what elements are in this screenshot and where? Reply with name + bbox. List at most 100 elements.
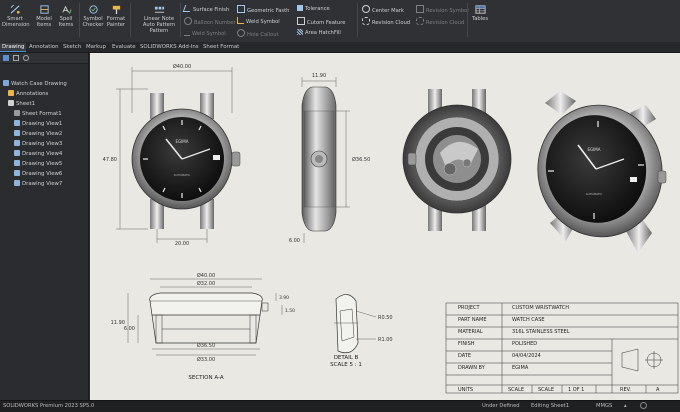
tree-item-drawing-view2[interactable]: Drawing View2 (14, 130, 62, 137)
tree-item-drawing-view5[interactable]: Drawing View5 (14, 160, 62, 167)
tb-rev-value: A (656, 387, 660, 393)
dim-section-step: 1.50 (285, 308, 295, 314)
dim-section-width: Ø40.00 (197, 272, 215, 279)
geometric-tolerance-button[interactable]: Geometric Fasth (237, 5, 289, 14)
tree-item-annotations[interactable]: Annotations (8, 90, 48, 97)
tb-key-drawn: DRAWN BY (458, 365, 485, 371)
tables-button[interactable]: Tables (470, 4, 490, 22)
tree-item-sheet-format1[interactable]: Sheet Format1 (14, 110, 62, 117)
tab-drawing[interactable]: Drawing (0, 43, 27, 52)
ribbon-separator (79, 3, 80, 37)
symbol-checker-button[interactable]: Symbol Checker (82, 4, 104, 28)
tab-markup[interactable]: Markup (84, 43, 108, 51)
dim-section-bottom: Ø33.00 (197, 356, 215, 363)
tree-item-drawing-view3[interactable]: Drawing View3 (14, 140, 62, 147)
tb-scale-value: SCALE (508, 387, 525, 393)
revision-symbol-button[interactable]: Revision Symbol (416, 5, 469, 14)
tree-item-label: Sheet Format1 (22, 111, 62, 117)
spell-items-label: Spell Items (58, 16, 74, 28)
tree-item-label: Drawing View7 (22, 181, 63, 187)
annotations-icon (8, 90, 14, 96)
tree-item-drawing-view7[interactable]: Drawing View7 (14, 180, 62, 187)
tree-item-drawing-view1[interactable]: Drawing View1 (14, 120, 62, 127)
tb-key-part: PART NAME (458, 317, 487, 323)
model-items-button[interactable]: Model Items (34, 4, 54, 28)
custom-feature-label: Cutom Feature (307, 20, 346, 26)
hole-callout-icon (237, 29, 245, 37)
status-app-name: SOLIDWORKS Premium 2023 SP5.0 (3, 403, 95, 409)
linear-note-pattern-icon (154, 6, 164, 13)
weld-symbol-small-button[interactable]: Weld Symbol (184, 29, 226, 37)
custom-feature-icon (297, 17, 305, 25)
tree-item-label: Drawing View6 (22, 171, 63, 177)
tree-item-sheet1[interactable]: Sheet1 (8, 100, 35, 107)
sheet-format-icon (14, 110, 20, 116)
front-view[interactable]: EGIMA AUTOMATIC Ø40.00 47.80 20.00 (103, 63, 241, 247)
drawing-view-icon (14, 120, 20, 126)
dim-detail-r2: R1.00 (378, 337, 393, 343)
detail-scale: SCALE 5 : 1 (330, 362, 362, 368)
config-manager-icon[interactable] (23, 55, 29, 61)
help-icon[interactable] (640, 402, 647, 409)
revision-symbol-icon (416, 5, 424, 13)
units-chevron-icon[interactable]: ▴ (624, 403, 627, 409)
center-mark-icon (362, 5, 370, 13)
balloon-button[interactable]: Balloon Number (184, 17, 236, 26)
tolerance-icon (297, 5, 303, 11)
back-view[interactable] (402, 89, 512, 231)
drawing-view-icon (14, 180, 20, 186)
property-manager-icon[interactable] (13, 55, 19, 61)
revision-cloud-2-icon (416, 17, 424, 25)
dim-detail-r1: R0.50 (378, 315, 393, 321)
dim-section-depth: 6.00 (124, 326, 135, 332)
section-view[interactable]: Ø40.00 Ø32.00 Ø36.50 Ø33.00 11.90 6.00 3… (111, 272, 295, 381)
feature-tree-icon[interactable] (3, 55, 9, 61)
status-editing: Editing Sheet1 (531, 403, 570, 409)
weld-symbol-button[interactable]: Weld Symbol (237, 17, 280, 25)
surface-finish-button[interactable]: Surface Finish (182, 5, 229, 13)
isometric-view[interactable]: EGIMA AUTOMATIC (526, 91, 675, 253)
tree-item-label: Sheet1 (16, 101, 36, 107)
revision-cloud-button[interactable]: Revision Cloud (362, 17, 410, 26)
detail-view[interactable]: R0.50 R1.00 DETAIL B SCALE 5 : 1 (330, 294, 393, 368)
tb-rev-label: REV. (620, 387, 631, 393)
tab-evaluate[interactable]: Evaluate (110, 43, 138, 51)
side-view[interactable]: 11.90 Ø36.50 6.00 (289, 73, 370, 244)
linear-note-pattern-button[interactable]: Linear Note Auto Pattern Pattern (142, 4, 176, 34)
tree-item-drawing-view4[interactable]: Drawing View4 (14, 150, 62, 157)
status-units[interactable]: MMGS (596, 403, 612, 409)
spell-items-button[interactable]: Spell Items (56, 4, 76, 28)
tab-sheet-format[interactable]: Sheet Format (201, 43, 241, 51)
custom-feature-button[interactable]: Cutom Feature (297, 17, 345, 26)
hole-callout-button[interactable]: Hole Callout (237, 29, 279, 38)
weld-symbol-icon (184, 29, 190, 36)
detail-label: DETAIL B (334, 355, 359, 361)
surface-finish-icon (182, 5, 193, 12)
command-tabs: Drawing Annotation Sketch Markup Evaluat… (0, 42, 680, 53)
drawing-view-icon (14, 140, 20, 146)
dim-section-bezel: 3.90 (279, 295, 289, 301)
tab-annotation[interactable]: Annotation (27, 43, 61, 51)
dial-automatic-text: AUTOMATIC (174, 173, 191, 177)
smart-dimension-button[interactable]: Smart Dimension (2, 4, 30, 28)
iso-brand-text: EGIMA (588, 147, 601, 152)
dim-side-thickness: 11.90 (312, 73, 326, 79)
status-bar: SOLIDWORKS Premium 2023 SP5.0 Under Defi… (0, 400, 680, 412)
center-mark-button[interactable]: Center Mark (362, 5, 404, 14)
revision-symbol-label: Revision Symbol (426, 8, 469, 14)
geometric-tolerance-icon (237, 5, 245, 13)
tolerance-button[interactable]: Tolerance (297, 5, 330, 12)
tb-value-project: CUSTOM WRISTWATCH (512, 305, 570, 311)
drawing-sheet[interactable]: EGIMA AUTOMATIC Ø40.00 47.80 20.00 11.90… (90, 53, 680, 400)
sheet-icon (8, 100, 14, 106)
tb-value-drawn: EGIMA (512, 365, 529, 371)
format-painter-button[interactable]: Format Painter (105, 4, 127, 28)
revision-cloud-2-button[interactable]: Revision Cloud (416, 17, 464, 26)
tree-item-drawing-view6[interactable]: Drawing View6 (14, 170, 62, 177)
tree-root[interactable]: Watch Case Drawing (3, 80, 67, 87)
symbol-checker-icon (88, 5, 98, 14)
tb-key-finish: FINISH (458, 341, 475, 347)
tab-sketch[interactable]: Sketch (61, 43, 83, 51)
area-hatch-button[interactable]: Area HatchFill (297, 29, 341, 36)
tab-addins[interactable]: SOLIDWORKS Add-Ins (138, 43, 201, 51)
